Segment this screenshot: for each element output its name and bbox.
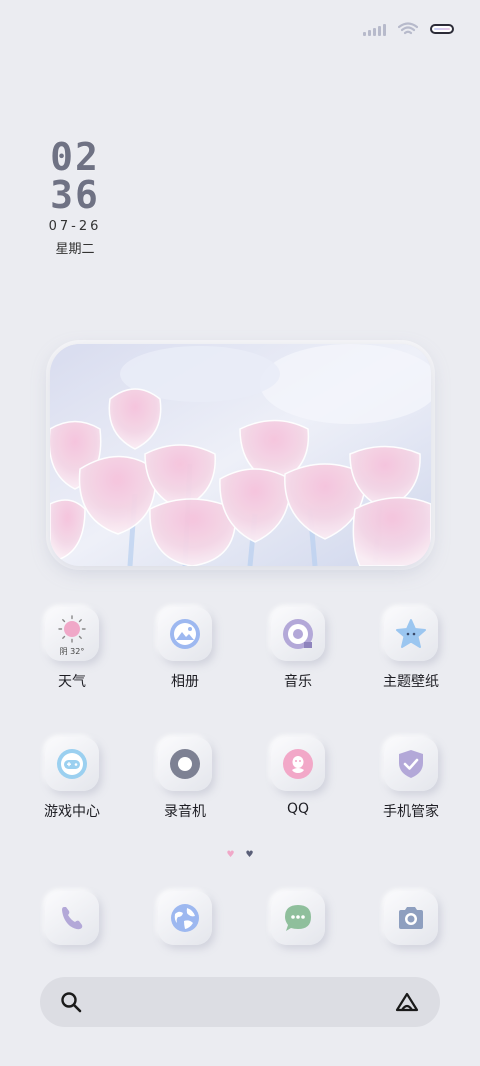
gamepad-icon [57, 749, 87, 779]
app-label: 手机管家 [383, 804, 439, 820]
search-bar[interactable] [40, 977, 440, 1027]
app-label: 天气 [58, 674, 86, 690]
weather-temperature: 阴 32° [59, 647, 85, 656]
weather-tile: 阴 32° [45, 607, 99, 661]
clock-minute: 36 [50, 173, 100, 217]
manager-tile [384, 737, 438, 791]
battery-icon [430, 24, 454, 34]
messages-icon [285, 905, 311, 931]
weather-sun-icon [58, 615, 86, 643]
status-bar [363, 22, 454, 36]
wifi-icon [398, 22, 418, 35]
recorder-icon [170, 749, 200, 779]
gallery-tile [158, 607, 212, 661]
app-recorder[interactable]: 录音机 [135, 737, 235, 821]
theme-star-icon [396, 619, 426, 648]
messages-tile [271, 891, 325, 945]
clock-weekday: 星期二 [55, 242, 95, 257]
clock-widget[interactable]: 02 36 07-26 星期二 [48, 138, 102, 257]
qq-tile [271, 737, 325, 791]
music-tile [271, 607, 325, 661]
assistant-icon[interactable] [394, 991, 420, 1013]
dock-camera[interactable] [361, 891, 461, 945]
clock-date: 07-26 [48, 219, 102, 234]
app-theme-wallpaper[interactable]: 主题壁纸 [361, 607, 461, 691]
photo-widget[interactable] [50, 344, 431, 566]
tulip-photo [50, 344, 431, 566]
game-tile [45, 737, 99, 791]
app-weather[interactable]: 阴 32° 天气 [22, 607, 122, 691]
cellular-signal-icon [363, 22, 386, 36]
app-qq[interactable]: QQ [248, 737, 348, 817]
app-label: 主题壁纸 [383, 674, 439, 690]
app-game-center[interactable]: 游戏中心 [22, 737, 122, 821]
app-phone-manager[interactable]: 手机管家 [361, 737, 461, 821]
clock-hour: 02 [50, 135, 100, 179]
dock-messages[interactable] [248, 891, 348, 945]
app-label: 音乐 [284, 674, 312, 690]
camera-tile [384, 891, 438, 945]
page-indicator[interactable]: ♥ ♥ [0, 850, 480, 860]
app-label: 相册 [171, 674, 199, 690]
dock-phone[interactable] [22, 891, 122, 945]
theme-tile [384, 607, 438, 661]
recorder-tile [158, 737, 212, 791]
page-dot-active: ♥ [226, 850, 235, 860]
dock-browser[interactable] [135, 891, 235, 945]
browser-globe-icon [171, 904, 199, 932]
app-music[interactable]: 音乐 [248, 607, 348, 691]
search-icon[interactable] [60, 991, 82, 1013]
phone-tile [45, 891, 99, 945]
shield-check-icon [399, 750, 423, 778]
qq-penguin-icon [283, 749, 313, 779]
music-disc-icon [283, 619, 313, 649]
app-label: 录音机 [164, 804, 206, 820]
phone-icon [62, 907, 83, 930]
app-label: QQ [286, 801, 310, 817]
camera-icon [399, 907, 423, 929]
browser-tile [158, 891, 212, 945]
gallery-icon [170, 619, 200, 649]
page-dot-inactive: ♥ [245, 850, 254, 860]
app-label: 游戏中心 [44, 804, 100, 820]
app-gallery[interactable]: 相册 [135, 607, 235, 691]
